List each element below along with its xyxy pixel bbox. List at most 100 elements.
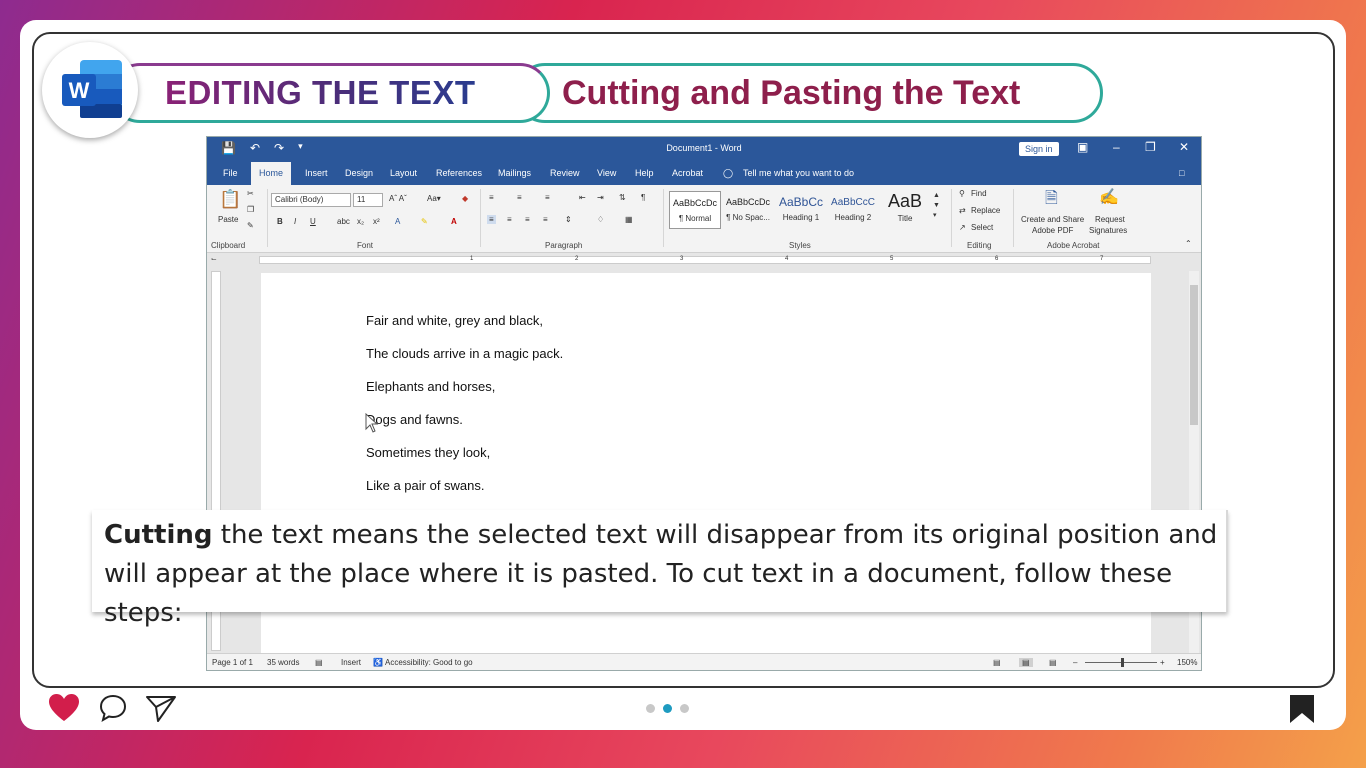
accessibility-icon[interactable]: ♿ [373, 658, 383, 667]
subscript-icon[interactable]: x₂ [357, 217, 364, 226]
read-mode-icon[interactable]: ▤ [993, 658, 1001, 667]
strikethrough-icon[interactable]: abc [337, 217, 350, 226]
zoom-level[interactable]: 150% [1177, 658, 1197, 667]
pagination-dot[interactable] [646, 704, 655, 713]
topic-title: Cutting and Pasting the Text [562, 74, 1021, 112]
select-icon[interactable]: ↗ [959, 223, 966, 232]
style-heading-1[interactable]: AaBbCc Heading 1 [775, 191, 827, 229]
font-name-box[interactable]: Calibri (Body) [271, 193, 351, 207]
signatures-label[interactable]: Signatures [1089, 226, 1127, 235]
align-left-icon[interactable]: ≡ [487, 215, 496, 224]
change-case-icon[interactable]: Aa▾ [427, 194, 441, 203]
pagination-dot-active[interactable] [663, 704, 672, 713]
italic-icon[interactable]: I [294, 217, 296, 226]
superscript-icon[interactable]: x² [373, 217, 380, 226]
bullets-icon[interactable]: ≡ [489, 193, 494, 202]
collapse-ribbon-icon[interactable]: ⌃ [1185, 239, 1192, 248]
minimize-icon[interactable]: – [1113, 140, 1120, 154]
request-signatures-icon[interactable]: ✍ [1099, 187, 1119, 207]
tab-review[interactable]: Review [550, 168, 580, 178]
ruler-number: 2 [575, 256, 579, 262]
cut-icon[interactable]: ✂ [247, 189, 254, 198]
highlight-icon[interactable]: ✎ [421, 217, 428, 226]
zoom-out-icon[interactable]: – [1073, 658, 1077, 667]
style-normal[interactable]: AaBbCcDc ¶ Normal [669, 191, 721, 229]
style-title[interactable]: AaB Title [879, 191, 931, 229]
page-count[interactable]: Page 1 of 1 [212, 658, 253, 667]
find-button[interactable]: Find [971, 189, 987, 198]
proofing-icon[interactable]: ▤ [315, 658, 323, 667]
font-size-box[interactable]: 11 [353, 193, 383, 207]
copy-icon[interactable]: ❐ [247, 205, 254, 214]
heart-icon[interactable] [48, 693, 80, 723]
tab-acrobat[interactable]: Acrobat [672, 168, 703, 178]
tab-references[interactable]: References [436, 168, 482, 178]
tab-layout[interactable]: Layout [390, 168, 417, 178]
document-line[interactable]: Elephants and horses, [366, 379, 495, 394]
close-icon[interactable]: ✕ [1179, 140, 1189, 154]
show-marks-icon[interactable]: ¶ [641, 193, 645, 202]
numbering-icon[interactable]: ≡ [517, 193, 522, 202]
justify-icon[interactable]: ≡ [543, 215, 548, 224]
web-layout-icon[interactable]: ▤ [1049, 658, 1057, 667]
sign-in-button[interactable]: Sign in [1019, 142, 1059, 156]
grow-font-icon[interactable]: Aˆ Aˇ [389, 194, 407, 203]
line-spacing-icon[interactable]: ⇕ [565, 215, 572, 224]
tab-design[interactable]: Design [345, 168, 373, 178]
borders-icon[interactable]: ▦ [625, 215, 633, 224]
tab-insert[interactable]: Insert [305, 168, 328, 178]
bookmark-icon[interactable] [1289, 694, 1315, 724]
shading-icon[interactable]: ♢ [597, 215, 604, 224]
document-line[interactable]: Like a pair of swans. [366, 478, 485, 493]
document-line[interactable]: Sometimes they look, [366, 445, 490, 460]
comments-icon[interactable]: □ [1179, 168, 1184, 178]
ribbon-display-icon[interactable]: ▣ [1077, 140, 1088, 154]
font-color-icon[interactable]: A [451, 217, 457, 226]
insert-mode[interactable]: Insert [341, 658, 361, 667]
create-pdf-icon[interactable]: 🗎 [1045, 187, 1058, 214]
text-effects-icon[interactable]: A [395, 217, 400, 226]
select-button[interactable]: Select [971, 223, 993, 232]
increase-indent-icon[interactable]: ⇥ [597, 193, 604, 202]
adobe-pdf-label[interactable]: Adobe PDF [1032, 226, 1073, 235]
accessibility-status[interactable]: Accessibility: Good to go [385, 658, 473, 667]
tab-home[interactable]: Home [251, 162, 292, 185]
clear-formatting-icon[interactable]: ◆ [462, 194, 468, 203]
style-no-spacing[interactable]: AaBbCcDc ¶ No Spac... [722, 191, 774, 229]
scrollbar-thumb[interactable] [1190, 285, 1198, 425]
word-count[interactable]: 35 words [267, 658, 299, 667]
pagination-dot[interactable] [680, 704, 689, 713]
document-line[interactable]: Fair and white, grey and black, [366, 313, 543, 328]
sort-icon[interactable]: ⇅ [619, 193, 626, 202]
comment-icon[interactable] [98, 693, 128, 723]
tab-view[interactable]: View [597, 168, 616, 178]
align-center-icon[interactable]: ≡ [507, 215, 512, 224]
zoom-slider-thumb[interactable] [1121, 658, 1124, 667]
request-label[interactable]: Request [1095, 215, 1125, 224]
tab-help[interactable]: Help [635, 168, 654, 178]
replace-icon[interactable]: ⇄ [959, 206, 966, 215]
document-line[interactable]: Dogs and fawns. [366, 412, 463, 427]
underline-icon[interactable]: U [310, 217, 316, 226]
find-icon[interactable]: ⚲ [959, 189, 965, 198]
multilevel-list-icon[interactable]: ≡ [545, 193, 550, 202]
tab-selector-icon[interactable]: ⌙ [211, 255, 217, 263]
style-heading-2[interactable]: AaBbCcC Heading 2 [827, 191, 879, 229]
tell-me-box[interactable]: Tell me what you want to do [743, 168, 854, 178]
document-line[interactable]: The clouds arrive in a magic pack. [366, 346, 563, 361]
align-right-icon[interactable]: ≡ [525, 215, 530, 224]
bold-icon[interactable]: B [277, 217, 283, 226]
zoom-in-icon[interactable]: + [1160, 658, 1165, 667]
format-painter-icon[interactable]: ✎ [247, 221, 254, 230]
replace-button[interactable]: Replace [971, 206, 1000, 215]
paste-button[interactable]: Paste [218, 215, 238, 224]
paste-icon[interactable]: 📋 [219, 189, 241, 210]
print-layout-icon[interactable]: ▤ [1019, 658, 1033, 667]
decrease-indent-icon[interactable]: ⇤ [579, 193, 586, 202]
tab-file[interactable]: File [223, 168, 238, 178]
styles-scroll-icon[interactable]: ▲ ▼ ▾ [933, 191, 940, 221]
tab-mailings[interactable]: Mailings [498, 168, 531, 178]
share-icon[interactable] [145, 694, 177, 724]
restore-icon[interactable]: ❐ [1145, 140, 1156, 154]
create-share-label[interactable]: Create and Share [1021, 215, 1084, 224]
